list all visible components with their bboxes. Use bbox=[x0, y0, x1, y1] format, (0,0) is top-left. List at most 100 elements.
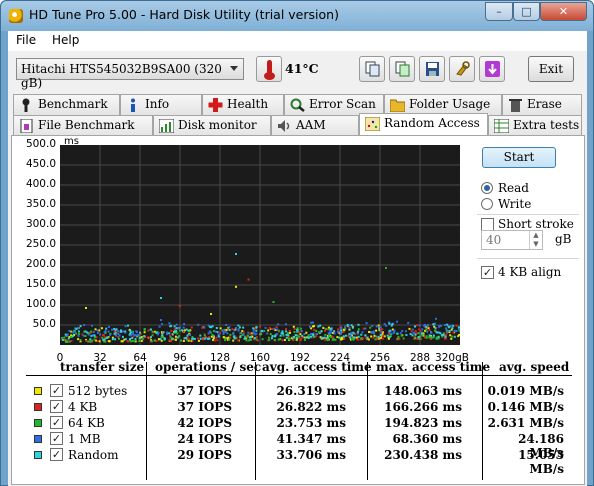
scatter-point bbox=[268, 326, 271, 329]
scatter-point bbox=[150, 340, 153, 343]
scatter-point bbox=[143, 331, 146, 334]
scatter-point bbox=[231, 328, 234, 331]
chevron-down-icon bbox=[230, 66, 238, 71]
y-tick-label: 450.0 bbox=[25, 158, 56, 170]
tab-health[interactable]: Health bbox=[202, 94, 284, 115]
row-label: 512 bytes bbox=[68, 384, 128, 398]
scatter-point bbox=[364, 334, 367, 337]
save-button[interactable] bbox=[419, 56, 445, 82]
scatter-point bbox=[63, 336, 66, 339]
spin-up-icon[interactable]: ▲ bbox=[529, 231, 542, 240]
start-button[interactable]: Start bbox=[482, 147, 556, 168]
tab-disk-monitor[interactable]: Disk monitor bbox=[153, 115, 271, 136]
scatter-point bbox=[217, 333, 220, 336]
random-access-icon bbox=[365, 117, 380, 131]
scatter-point bbox=[174, 330, 177, 333]
row-checkbox[interactable]: ✓ bbox=[50, 448, 63, 461]
tab-benchmark[interactable]: Benchmark bbox=[13, 94, 120, 115]
scatter-point bbox=[143, 328, 146, 331]
scatter-point bbox=[136, 331, 138, 334]
scatter-point bbox=[273, 327, 276, 330]
scatter-point bbox=[109, 333, 112, 336]
scatter-point bbox=[237, 324, 240, 327]
scatter-point bbox=[199, 337, 202, 340]
color-swatch bbox=[34, 435, 42, 443]
tab-info[interactable]: Info bbox=[120, 94, 202, 115]
scatter-point bbox=[352, 331, 355, 334]
scatter-point bbox=[175, 327, 178, 330]
scatter-point bbox=[120, 340, 123, 343]
tab-file-benchmark[interactable]: File Benchmark bbox=[13, 115, 153, 136]
scatter-point bbox=[270, 337, 273, 340]
scatter-point bbox=[188, 338, 191, 341]
scatter-point bbox=[348, 327, 351, 330]
scatter-point bbox=[215, 336, 218, 339]
exit-button[interactable]: Exit bbox=[528, 56, 574, 82]
scatter-point bbox=[391, 323, 394, 326]
drive-select[interactable]: Hitachi HTS545032B9SA00 (320 gB) bbox=[16, 58, 244, 90]
row-checkbox[interactable]: ✓ bbox=[50, 432, 63, 445]
short-stroke-spinner[interactable]: 40 ▲ ▼ bbox=[481, 230, 543, 250]
scatter-point bbox=[232, 335, 235, 338]
align-checkbox[interactable]: ✓ bbox=[481, 266, 494, 279]
write-radio[interactable] bbox=[481, 198, 493, 210]
tab-erase[interactable]: Erase bbox=[502, 94, 582, 115]
tab-folder-usage[interactable]: Folder Usage bbox=[384, 94, 502, 115]
scatter-point bbox=[281, 330, 284, 333]
scatter-point bbox=[102, 338, 105, 341]
temperature-value: 41 bbox=[285, 61, 303, 76]
tab-error-scan[interactable]: Error Scan bbox=[284, 94, 384, 115]
scatter-point bbox=[453, 335, 456, 338]
menu-help[interactable]: Help bbox=[52, 33, 79, 47]
scatter-point bbox=[183, 323, 186, 326]
scatter-point bbox=[242, 333, 245, 336]
maximize-button[interactable]: □ bbox=[513, 2, 540, 21]
row-checkbox[interactable]: ✓ bbox=[50, 416, 63, 429]
spin-down-icon[interactable]: ▼ bbox=[529, 240, 542, 249]
scatter-point bbox=[287, 334, 290, 337]
close-button[interactable]: ✕ bbox=[540, 2, 587, 21]
write-label: Write bbox=[498, 197, 532, 211]
menu-file[interactable]: File bbox=[16, 33, 36, 47]
tab-extra-tests[interactable]: Extra tests bbox=[488, 115, 582, 136]
magnifier-icon bbox=[290, 98, 305, 112]
copy-info-button[interactable] bbox=[389, 56, 415, 82]
scatter-point bbox=[367, 338, 370, 341]
scatter-point bbox=[392, 331, 395, 334]
download-button[interactable] bbox=[479, 56, 505, 82]
scatter-point bbox=[193, 337, 196, 340]
scatter-point bbox=[216, 339, 219, 342]
scatter-point bbox=[118, 337, 120, 340]
health-cross-icon bbox=[208, 98, 223, 112]
scatter-point bbox=[315, 335, 318, 338]
read-radio[interactable] bbox=[481, 182, 493, 194]
tab-random-access[interactable]: Random Access bbox=[359, 113, 488, 136]
scatter-point bbox=[255, 329, 258, 332]
scatter-point bbox=[183, 337, 186, 340]
row-max: 230.438 ms bbox=[384, 448, 462, 462]
tab-aam[interactable]: AAM bbox=[271, 115, 359, 136]
scatter-point bbox=[274, 335, 276, 338]
scatter-point bbox=[361, 331, 364, 334]
align-label: 4 KB align bbox=[498, 265, 562, 279]
minimize-button[interactable]: – bbox=[485, 2, 513, 21]
scatter-point bbox=[229, 333, 232, 336]
scatter-point bbox=[247, 331, 250, 334]
scatter-point bbox=[206, 337, 209, 340]
row-checkbox[interactable]: ✓ bbox=[50, 384, 63, 397]
row-checkbox[interactable]: ✓ bbox=[50, 400, 63, 413]
scatter-point bbox=[249, 333, 252, 336]
scatter-point bbox=[315, 330, 318, 332]
copy-button[interactable] bbox=[359, 56, 385, 82]
options-button[interactable] bbox=[449, 56, 475, 82]
scatter-point bbox=[305, 331, 308, 334]
scatter-point bbox=[293, 327, 296, 330]
scatter-point bbox=[279, 334, 282, 337]
scatter-point bbox=[222, 333, 225, 335]
temperature-button[interactable] bbox=[256, 56, 282, 82]
scatter-point bbox=[357, 330, 360, 333]
title-bar[interactable]: HD Tune Pro 5.00 - Hard Disk Utility (tr… bbox=[1, 1, 593, 31]
y-tick-label: 400.0 bbox=[25, 178, 56, 190]
scatter-point bbox=[313, 328, 316, 331]
scatter-point bbox=[327, 338, 330, 341]
